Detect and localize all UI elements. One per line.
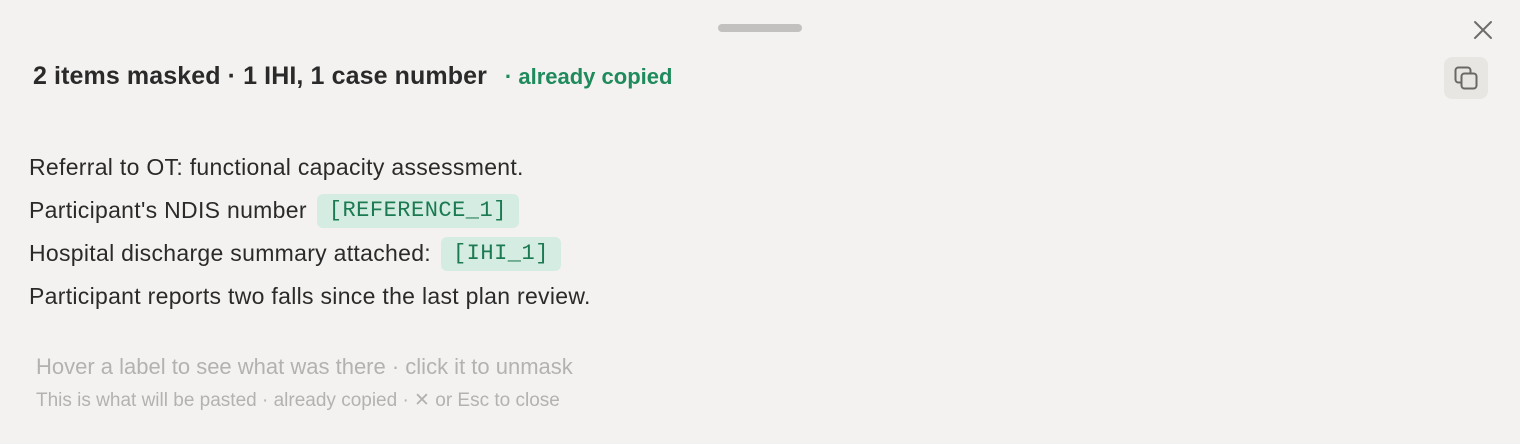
hover-hint: Hover a label to see what was there · cl… bbox=[36, 354, 573, 379]
copy-button[interactable] bbox=[1444, 57, 1488, 99]
hints: Hover a label to see what was there · cl… bbox=[36, 352, 573, 414]
close-button[interactable] bbox=[1466, 13, 1500, 47]
text-line-content: Participant's NDIS number bbox=[29, 197, 307, 223]
text-line: Hospital discharge summary attached: [IH… bbox=[29, 232, 591, 275]
header: 2 items masked · 1 IHI, 1 case number · … bbox=[33, 62, 672, 94]
close-icon bbox=[1474, 21, 1492, 39]
text-line: Participant's NDIS number [REFERENCE_1] bbox=[29, 189, 591, 232]
copied-status: · already copied bbox=[504, 64, 673, 89]
mask-label-ihi[interactable]: [IHI_1] bbox=[440, 236, 561, 271]
text-line: Referral to OT: functional capacity asse… bbox=[29, 146, 591, 189]
text-line-content: Referral to OT: functional capacity asse… bbox=[29, 154, 524, 180]
drag-handle[interactable] bbox=[718, 24, 802, 32]
text-line: Participant reports two falls since the … bbox=[29, 275, 591, 318]
masked-text-preview: Referral to OT: functional capacity asse… bbox=[29, 146, 591, 318]
text-line-content: Hospital discharge summary attached: bbox=[29, 240, 431, 266]
text-line-content: Participant reports two falls since the … bbox=[29, 283, 591, 309]
mask-label-reference[interactable]: [REFERENCE_1] bbox=[316, 193, 519, 228]
copy-icon bbox=[1454, 66, 1478, 90]
paste-hint: This is what will be pasted · already co… bbox=[36, 390, 560, 411]
masked-summary-title: 2 items masked · 1 IHI, 1 case number bbox=[33, 62, 487, 90]
masked-preview-panel: 2 items masked · 1 IHI, 1 case number · … bbox=[0, 0, 1520, 444]
